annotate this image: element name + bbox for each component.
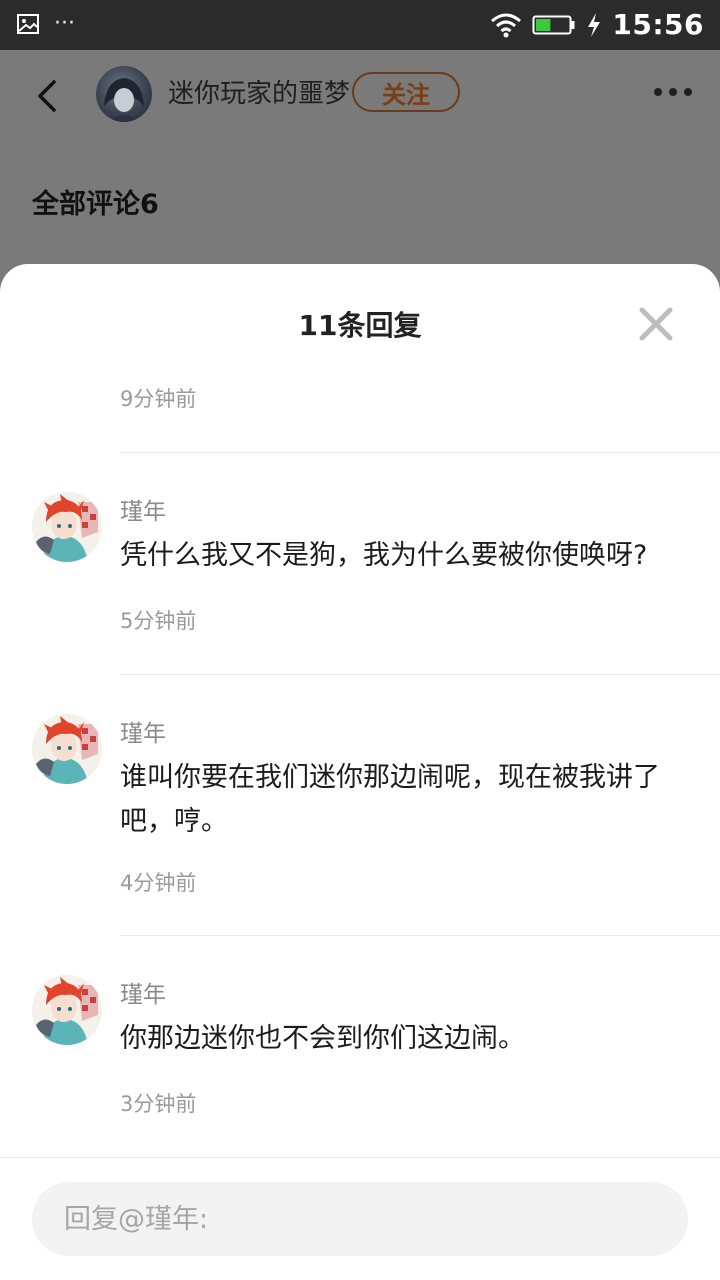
avatar-icon — [32, 975, 102, 1045]
reply-content: 谁叫你要在我们迷你那边闹呢，现在被我讲了吧，哼。 — [120, 762, 660, 837]
status-time: 15:56 — [612, 8, 704, 41]
back-button[interactable] — [28, 76, 68, 116]
wifi-icon — [491, 13, 522, 38]
reply-content: 你那边迷你也不会到你们这边闹。 — [120, 1023, 525, 1054]
author-avatar[interactable] — [96, 66, 152, 122]
reply-username[interactable]: 瑾年 — [120, 979, 166, 1011]
author-avatar-icon — [104, 78, 144, 122]
reply-username[interactable]: 瑾年 — [120, 718, 166, 750]
reply-input-bar — [0, 1157, 720, 1280]
dot — [684, 88, 692, 96]
reply-item: 瑾年 你那边迷你也不会到你们这边闹。 3分钟前 — [0, 975, 720, 1116]
divider — [120, 674, 720, 675]
sheet-title: 11条回复 — [298, 309, 422, 342]
post-header: 迷你玩家的噩梦 关注 — [0, 50, 720, 140]
replies-sheet: 11条回复 9分钟前 瑾年 凭什么我又不是狗，我为什么要被你使唤呀? 5分钟前 … — [0, 264, 720, 1280]
reply-time: 4分钟前 — [120, 871, 197, 895]
user-avatar[interactable] — [32, 975, 102, 1045]
all-comments-heading: 全部评论6 — [32, 189, 159, 220]
follow-button[interactable]: 关注 — [352, 72, 460, 112]
more-dots-icon: ··· — [54, 11, 75, 36]
user-avatar[interactable] — [32, 714, 102, 784]
reply-username[interactable]: 瑾年 — [120, 496, 166, 528]
reply-time: 3分钟前 — [120, 1092, 197, 1116]
avatar-icon — [32, 492, 102, 562]
dot — [669, 88, 677, 96]
reply-content: 凭什么我又不是狗，我为什么要被你使唤呀? — [120, 540, 648, 571]
divider — [120, 935, 720, 936]
reply-item: 瑾年 谁叫你要在我们迷你那边闹呢，现在被我讲了吧，哼。 4分钟前 — [0, 714, 720, 895]
status-bar: ··· 15:56 — [0, 0, 720, 50]
close-icon[interactable] — [636, 304, 676, 344]
user-avatar[interactable] — [32, 492, 102, 562]
reply-input[interactable] — [32, 1182, 688, 1256]
reply-item: 瑾年 凭什么我又不是狗，我为什么要被你使唤呀? 5分钟前 — [0, 492, 720, 633]
charging-icon — [588, 13, 601, 37]
image-icon — [17, 14, 39, 34]
more-options-icon[interactable] — [654, 88, 692, 96]
reply-time: 9分钟前 — [120, 387, 197, 411]
dot — [654, 88, 662, 96]
reply-time: 5分钟前 — [120, 609, 197, 633]
author-name[interactable]: 迷你玩家的噩梦 — [168, 76, 350, 112]
battery-icon — [532, 15, 575, 35]
avatar-icon — [32, 714, 102, 784]
screen: ··· 15:56 迷你玩家的噩梦 关注 全部评论6 11条回复 9分钟前 瑾年… — [0, 0, 720, 1280]
status-right: 15:56 — [490, 8, 704, 42]
status-left: ··· — [16, 12, 75, 36]
divider — [120, 452, 720, 453]
